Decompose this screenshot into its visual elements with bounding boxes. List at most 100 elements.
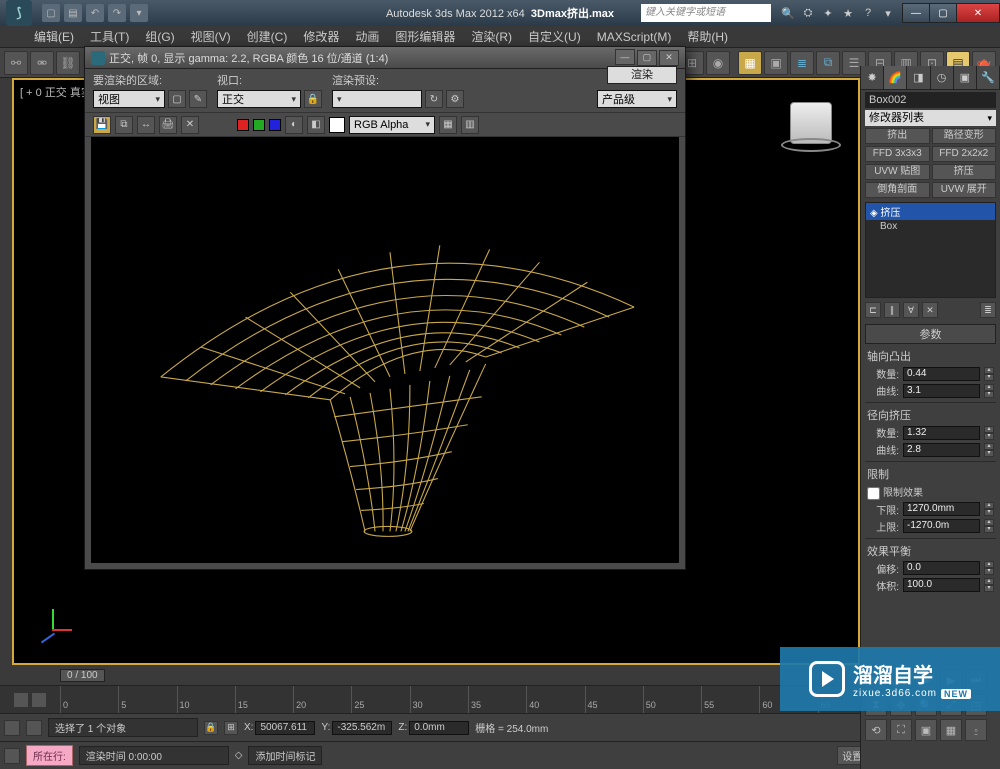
region-edit-icon[interactable]: ✎ bbox=[189, 90, 207, 108]
tab-modify-icon[interactable]: 🌈 bbox=[884, 66, 907, 89]
zoom-ext-all-icon[interactable]: ▦ bbox=[940, 719, 962, 741]
stack-remove-icon[interactable]: ✕ bbox=[922, 302, 938, 318]
maximize-button[interactable]: ▢ bbox=[929, 3, 957, 23]
tab-display-icon[interactable]: ▣ bbox=[954, 66, 977, 89]
time-tag-icon[interactable]: ◇ bbox=[235, 750, 243, 761]
toggle-overlay-icon[interactable]: ▦ bbox=[439, 116, 457, 134]
tab-hierarchy-icon[interactable]: ◨ bbox=[907, 66, 930, 89]
script-rec-icon[interactable] bbox=[4, 748, 20, 764]
modifier-list-select[interactable]: 修改器列表 bbox=[865, 110, 996, 126]
menu-customize[interactable]: 自定义(U) bbox=[520, 28, 589, 45]
link-icon[interactable]: ⚯ bbox=[4, 51, 28, 75]
axial-amount-spinner[interactable]: ▴▾ bbox=[984, 367, 994, 381]
menu-graph[interactable]: 图形编辑器 bbox=[387, 28, 463, 45]
preset-save-icon[interactable]: ⚙ bbox=[446, 90, 464, 108]
preset-load-icon[interactable]: ↻ bbox=[425, 90, 443, 108]
mono-icon[interactable]: ◧ bbox=[307, 116, 325, 134]
render-frame-icon[interactable]: ▣ bbox=[764, 51, 788, 75]
bg-color-swatch[interactable] bbox=[329, 117, 345, 133]
render-viewport-select[interactable]: 正交 bbox=[217, 90, 301, 108]
favorite-icon[interactable]: ★ bbox=[839, 4, 857, 22]
limit-upper-spinner[interactable]: ▴▾ bbox=[984, 519, 994, 533]
clear-icon[interactable]: ✕ bbox=[181, 116, 199, 134]
qat-more-icon[interactable]: ▾ bbox=[130, 4, 148, 22]
toggle-ui-icon[interactable]: ▥ bbox=[461, 116, 479, 134]
limit-lower-spinner[interactable]: ▴▾ bbox=[984, 502, 994, 516]
channel-blue[interactable] bbox=[269, 119, 281, 131]
abs-rel-icon[interactable]: ⊞ bbox=[224, 721, 238, 735]
tab-create-icon[interactable]: ✸ bbox=[861, 66, 884, 89]
limit-upper-input[interactable]: -1270.0m bbox=[903, 519, 980, 533]
unlink-icon[interactable]: ⚮ bbox=[30, 51, 54, 75]
modbtn-squeeze[interactable]: 挤压 bbox=[932, 164, 997, 180]
modbtn-uvwmap[interactable]: UVW 贴图 bbox=[865, 164, 930, 180]
coord-z-input[interactable]: 0.0mm bbox=[409, 721, 469, 735]
render-area-select[interactable]: 视图 bbox=[93, 90, 165, 108]
render-frame-titlebar[interactable]: 正交, 帧 0, 显示 gamma: 2.2, RGBA 颜色 16 位/通道 … bbox=[85, 47, 685, 69]
render-frame-window[interactable]: 正交, 帧 0, 显示 gamma: 2.2, RGBA 颜色 16 位/通道 … bbox=[84, 46, 686, 570]
axial-amount-input[interactable]: 0.44 bbox=[903, 367, 980, 381]
stack-show-icon[interactable]: ∥ bbox=[884, 302, 900, 318]
script-mini-icon[interactable] bbox=[4, 720, 20, 736]
selection-lock-icon[interactable]: 🔒 bbox=[204, 721, 218, 735]
rollout-params[interactable]: 参数 bbox=[865, 324, 996, 344]
add-time-marker[interactable]: 添加时间标记 bbox=[248, 746, 322, 765]
radial-curve-spinner[interactable]: ▴▾ bbox=[984, 443, 994, 457]
object-name-field[interactable]: Box002 bbox=[865, 92, 996, 108]
help-icon[interactable]: ? bbox=[859, 4, 877, 22]
limit-effect-checkbox[interactable]: 限制效果 bbox=[867, 484, 994, 500]
menu-maxscript[interactable]: MAXScript(M) bbox=[589, 30, 680, 44]
viewcube[interactable] bbox=[776, 88, 846, 158]
balance-offset-input[interactable]: 0.0 bbox=[903, 561, 980, 575]
bind-icon[interactable]: ⛓ bbox=[56, 51, 80, 75]
radial-amount-input[interactable]: 1.32 bbox=[903, 426, 980, 440]
save-image-icon[interactable]: 💾 bbox=[93, 116, 111, 134]
close-button[interactable]: ✕ bbox=[956, 3, 1000, 23]
menu-tools[interactable]: 工具(T) bbox=[82, 28, 137, 45]
menu-create[interactable]: 创建(C) bbox=[239, 28, 296, 45]
axial-curve-input[interactable]: 3.1 bbox=[903, 384, 980, 398]
rd-close-button[interactable]: ✕ bbox=[659, 50, 679, 66]
modbtn-ffd222[interactable]: FFD 2x2x2 bbox=[932, 146, 997, 162]
coord-x-input[interactable]: 50067.611 bbox=[255, 721, 315, 735]
qat-new-icon[interactable]: ▢ bbox=[42, 4, 60, 22]
track-keys-icon[interactable] bbox=[31, 692, 47, 708]
render-setup-icon[interactable]: ▦ bbox=[738, 51, 762, 75]
qat-open-icon[interactable]: ▤ bbox=[64, 4, 82, 22]
walk-icon[interactable]: ⍛ bbox=[965, 719, 987, 741]
radial-curve-input[interactable]: 2.8 bbox=[903, 443, 980, 457]
time-slider-label[interactable]: 0 / 100 bbox=[60, 669, 105, 682]
menu-group[interactable]: 组(G) bbox=[137, 28, 182, 45]
layer-manager-icon[interactable]: ⧉ bbox=[816, 51, 840, 75]
channel-select[interactable]: RGB Alpha bbox=[349, 116, 435, 134]
region-icon[interactable]: ▢ bbox=[168, 90, 186, 108]
dropdown-icon[interactable]: ▾ bbox=[879, 4, 897, 22]
compare-icon[interactable]: ↔ bbox=[137, 116, 155, 134]
clone-icon[interactable]: ⧉ bbox=[115, 116, 133, 134]
track-toggle-icon[interactable] bbox=[13, 692, 29, 708]
balance-volume-spinner[interactable]: ▴▾ bbox=[984, 578, 994, 592]
menu-view[interactable]: 视图(V) bbox=[183, 28, 239, 45]
channel-alpha-icon[interactable]: ◐ bbox=[285, 116, 303, 134]
exchange-icon[interactable]: ✦ bbox=[819, 4, 837, 22]
modifier-stack[interactable]: ◈ 挤压 Box bbox=[865, 202, 996, 298]
tab-utilities-icon[interactable]: 🔧 bbox=[977, 66, 1000, 89]
app-logo[interactable]: ⟆ bbox=[6, 0, 32, 26]
menu-edit[interactable]: 编辑(E) bbox=[26, 28, 82, 45]
rd-maximize-button[interactable]: ▢ bbox=[637, 50, 657, 66]
layers-icon[interactable]: ≣ bbox=[790, 51, 814, 75]
subscription-icon[interactable]: ⛭ bbox=[799, 4, 817, 22]
modbtn-ffd333[interactable]: FFD 3x3x3 bbox=[865, 146, 930, 162]
maximize-viewport-icon[interactable]: ⛶ bbox=[890, 719, 912, 741]
coord-y-input[interactable]: -325.562m bbox=[332, 721, 392, 735]
zoom-ext-icon[interactable]: ▣ bbox=[915, 719, 937, 741]
qat-undo-icon[interactable]: ↶ bbox=[86, 4, 104, 22]
menu-modifiers[interactable]: 修改器 bbox=[295, 28, 347, 45]
menu-animation[interactable]: 动画 bbox=[347, 28, 387, 45]
render-button[interactable]: 渲染 bbox=[607, 66, 677, 84]
material-icon[interactable]: ◉ bbox=[706, 51, 730, 75]
axial-curve-spinner[interactable]: ▴▾ bbox=[984, 384, 994, 398]
stack-item-box[interactable]: Box bbox=[866, 220, 995, 233]
menu-render[interactable]: 渲染(R) bbox=[463, 28, 520, 45]
rd-minimize-button[interactable]: — bbox=[615, 49, 635, 65]
